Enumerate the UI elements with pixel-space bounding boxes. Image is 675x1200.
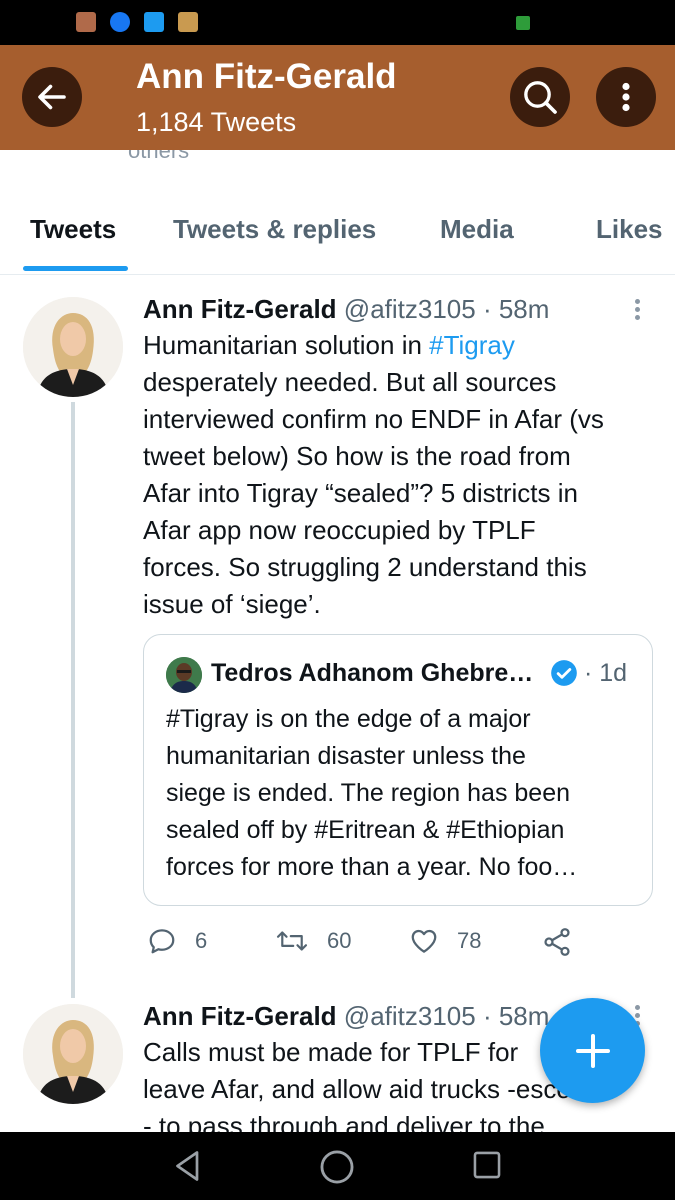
share-icon bbox=[544, 928, 570, 956]
tweet-handle-time: @afitz3105 · 58m bbox=[343, 294, 550, 324]
tweet-more-button[interactable] bbox=[627, 296, 647, 326]
tweet-handle-time: @afitz3105 · 58m bbox=[343, 1001, 550, 1031]
avatar-photo bbox=[23, 1004, 123, 1104]
verified-badge-icon bbox=[551, 660, 577, 686]
avatar[interactable] bbox=[23, 297, 123, 397]
app-notification-icon bbox=[178, 12, 198, 32]
quoted-avatar bbox=[166, 657, 202, 693]
battery-icon bbox=[516, 16, 530, 30]
nav-home-icon[interactable] bbox=[318, 1148, 356, 1186]
tweet-author[interactable]: Ann Fitz-Gerald bbox=[143, 1001, 337, 1031]
retweet-icon bbox=[276, 931, 308, 951]
more-vertical-icon bbox=[622, 82, 630, 112]
tweet-text-part: Humanitarian solution in bbox=[143, 330, 430, 360]
quoted-tweet[interactable]: Tedros Adhanom Ghebre… · 1d #Tigray is o… bbox=[143, 634, 653, 906]
nav-back-icon[interactable] bbox=[170, 1148, 206, 1184]
tweet-header: Ann Fitz-Gerald @afitz3105 · 58m bbox=[143, 1001, 549, 1032]
quoted-text: #Tigray is on the edge of a major humani… bbox=[166, 705, 578, 881]
tweet-text-part: desperately needed. But all sources inte… bbox=[143, 367, 604, 619]
thread-connector bbox=[71, 402, 75, 998]
back-button[interactable] bbox=[22, 67, 82, 127]
profile-tabs: Tweets Tweets & replies Media Likes bbox=[0, 196, 675, 275]
header-title: Ann Fitz-Gerald bbox=[136, 57, 397, 96]
compose-plus-icon bbox=[575, 1033, 610, 1068]
email-notification-icon bbox=[76, 12, 96, 32]
profile-header: Ann Fitz-Gerald 1,184 Tweets bbox=[0, 45, 675, 150]
quoted-time: · 1d bbox=[584, 659, 628, 687]
twitter-notification-icon bbox=[144, 12, 164, 32]
reply-icon bbox=[149, 929, 175, 954]
search-button[interactable] bbox=[510, 67, 570, 127]
reply-button[interactable]: 6 bbox=[147, 926, 207, 956]
tab-media[interactable]: Media bbox=[440, 214, 514, 245]
back-arrow-icon bbox=[38, 84, 66, 110]
quoted-author: Tedros Adhanom Ghebre… bbox=[211, 659, 534, 687]
facebook-notification-icon bbox=[110, 12, 130, 32]
nav-recents-icon[interactable] bbox=[470, 1148, 504, 1182]
like-button[interactable]: 78 bbox=[409, 926, 481, 956]
status-bar bbox=[0, 0, 675, 45]
tweet-text: Humanitarian solution in #Tigray despera… bbox=[143, 327, 653, 623]
search-icon bbox=[524, 81, 557, 114]
hashtag-link[interactable]: #Tigray bbox=[429, 330, 515, 360]
compose-tweet-button[interactable] bbox=[540, 998, 645, 1103]
like-icon bbox=[411, 929, 437, 953]
avatar[interactable] bbox=[23, 1004, 123, 1104]
like-count: 78 bbox=[457, 928, 482, 953]
share-button[interactable] bbox=[541, 926, 573, 958]
tab-tweets-and-replies[interactable]: Tweets & replies bbox=[173, 214, 376, 245]
active-tab-indicator bbox=[23, 266, 128, 271]
system-navigation-bar bbox=[0, 1132, 675, 1200]
quoted-avatar-photo bbox=[166, 657, 202, 693]
tweet-count: 1,184 Tweets bbox=[136, 107, 297, 137]
tab-tweets[interactable]: Tweets bbox=[30, 214, 116, 245]
retweet-count: 60 bbox=[327, 928, 352, 953]
more-options-button[interactable] bbox=[596, 67, 656, 127]
tweet-author[interactable]: Ann Fitz-Gerald bbox=[143, 294, 337, 324]
avatar-photo bbox=[23, 297, 123, 397]
tab-likes[interactable]: Likes bbox=[596, 214, 663, 245]
tweet-header: Ann Fitz-Gerald @afitz3105 · 58m bbox=[143, 294, 549, 325]
reply-count: 6 bbox=[195, 928, 208, 953]
retweet-button[interactable]: 60 bbox=[275, 926, 351, 956]
